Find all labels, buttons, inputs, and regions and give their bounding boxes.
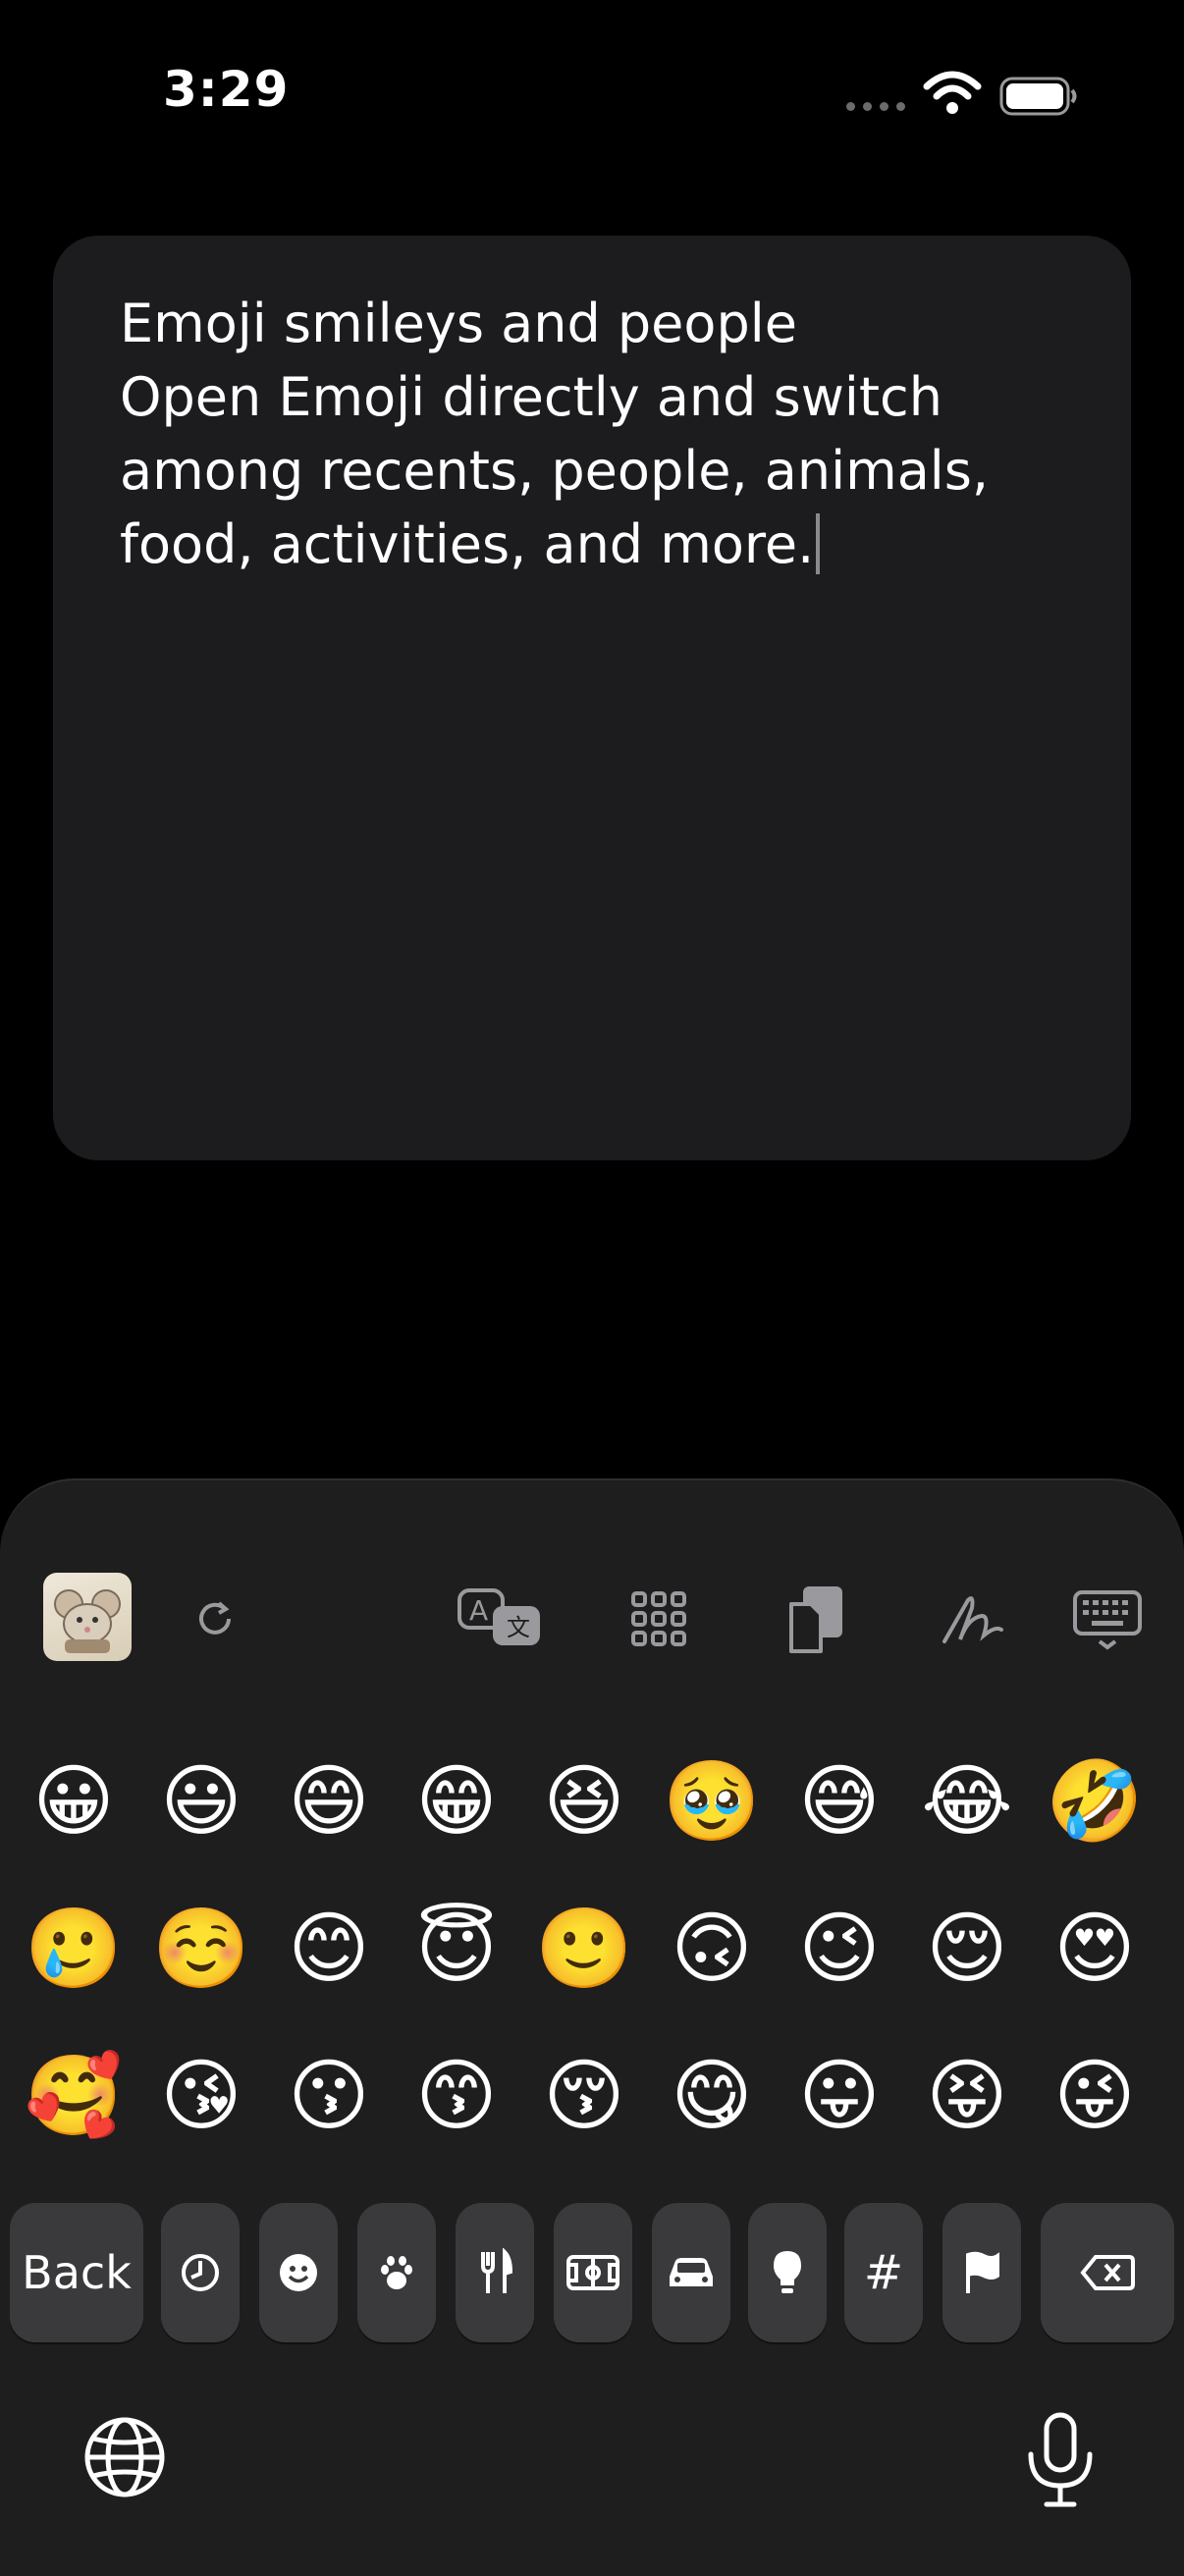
emoji-key[interactable]: 😝	[913, 2042, 1021, 2150]
globe-icon[interactable]	[82, 2415, 167, 2499]
back-button[interactable]: Back	[10, 2203, 143, 2342]
emoji-key[interactable]: 🙃	[658, 1895, 766, 2003]
note-text: Emoji smileys and people Open Emoji dire…	[120, 287, 1043, 581]
emoji-key[interactable]: 😚	[530, 2042, 638, 2150]
emoji-keyboard: A 文 😀 😃 😄 😁 😆 🥹 😅 😂 🤣 🥲 ☺️ 😊 😇 🙂 🙃 😉 😌 😍…	[0, 1478, 1184, 2576]
emoji-key[interactable]: ☺️	[147, 1895, 255, 2003]
emoji-key[interactable]: 😆	[530, 1747, 638, 1855]
wifi-icon	[923, 71, 982, 114]
smileys-icon	[280, 2254, 317, 2291]
svg-text:A: A	[469, 1594, 488, 1627]
animals-icon	[381, 2256, 412, 2289]
emoji-key[interactable]: 😁	[403, 1747, 511, 1855]
status-time: 3:29	[163, 61, 290, 118]
emoji-key[interactable]: 😋	[658, 2042, 766, 2150]
travel-icon	[670, 2258, 713, 2286]
note-line-1: Emoji smileys and people	[120, 293, 797, 354]
recents-icon	[182, 2254, 219, 2291]
note-line-3: among recents, people, animals,	[120, 440, 990, 502]
category-recents[interactable]	[161, 2203, 240, 2342]
emoji-key[interactable]: 😄	[275, 1747, 383, 1855]
food-icon	[481, 2248, 513, 2293]
note-text-area[interactable]: Emoji smileys and people Open Emoji dire…	[53, 236, 1131, 1160]
activities-icon	[566, 2255, 619, 2290]
battery-icon	[999, 77, 1077, 116]
handwriting-icon[interactable]	[939, 1590, 1007, 1649]
emoji-key[interactable]: 😊	[275, 1895, 383, 2003]
emoji-key[interactable]: 😙	[403, 2042, 511, 2150]
emoji-key[interactable]: 😃	[147, 1747, 255, 1855]
category-symbols[interactable]: #	[844, 2203, 923, 2342]
symbols-icon: #	[863, 2245, 904, 2300]
emoji-key[interactable]: 😀	[20, 1747, 128, 1855]
microphone-icon[interactable]	[1021, 2411, 1100, 2509]
emoji-key[interactable]: 😜	[1041, 2042, 1149, 2150]
category-animals[interactable]	[357, 2203, 436, 2342]
refresh-icon[interactable]	[192, 1594, 238, 1639]
note-line-2: Open Emoji directly and switch	[120, 366, 942, 428]
emoji-key[interactable]: 😘	[147, 2042, 255, 2150]
category-activities[interactable]	[554, 2203, 632, 2342]
note-line-4: food, activities, and more.	[120, 513, 815, 575]
category-travel[interactable]	[652, 2203, 730, 2342]
category-food[interactable]	[456, 2203, 534, 2342]
objects-icon	[774, 2251, 801, 2293]
delete-backspace-icon	[1080, 2255, 1135, 2290]
cellular-icon	[846, 102, 905, 111]
emoji-key[interactable]: 🥹	[658, 1747, 766, 1855]
emoji-key[interactable]: 🥰	[20, 2042, 128, 2150]
category-objects[interactable]	[748, 2203, 827, 2342]
emoji-key[interactable]: 🤣	[1041, 1747, 1149, 1855]
delete-button[interactable]	[1041, 2203, 1174, 2342]
category-smileys[interactable]	[259, 2203, 338, 2342]
emoji-key[interactable]: 😗	[275, 2042, 383, 2150]
emoji-key[interactable]: 😌	[913, 1895, 1021, 2003]
keyboard-dismiss-icon[interactable]	[1072, 1588, 1143, 1651]
clipboard-icon[interactable]	[785, 1583, 848, 1655]
emoji-key[interactable]: 😂	[913, 1747, 1021, 1855]
emoji-key[interactable]: 🥲	[20, 1895, 128, 2003]
emoji-key[interactable]: 😍	[1041, 1895, 1149, 2003]
category-flags[interactable]	[942, 2203, 1021, 2342]
emoji-key[interactable]: 😛	[785, 2042, 893, 2150]
mouse-sticker-icon	[54, 1589, 121, 1653]
translate-icon[interactable]: A 文	[456, 1584, 546, 1653]
sticker-thumbnail[interactable]	[43, 1573, 132, 1661]
grid-icon[interactable]	[628, 1588, 689, 1649]
back-button-label: Back	[22, 2246, 132, 2299]
emoji-key[interactable]: 😅	[785, 1747, 893, 1855]
svg-text:文: 文	[507, 1614, 530, 1641]
emoji-key[interactable]: 😇	[403, 1895, 511, 2003]
text-caret	[816, 513, 821, 574]
emoji-key[interactable]: 🙂	[530, 1895, 638, 2003]
emoji-key[interactable]: 😉	[785, 1895, 893, 2003]
flags-icon	[966, 2251, 999, 2293]
